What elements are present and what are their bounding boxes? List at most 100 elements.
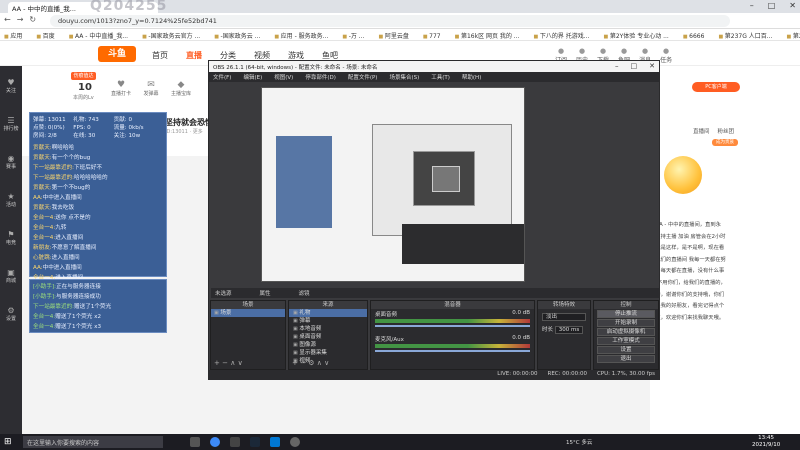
bookmark-item[interactable]: 第237G 人口百... bbox=[718, 33, 772, 40]
windows-start-icon[interactable]: ⊞ bbox=[4, 437, 12, 447]
nav-item[interactable]: 首页 bbox=[152, 51, 168, 60]
bookmark-item[interactable]: 6666 bbox=[683, 33, 705, 40]
nav-item[interactable]: 分类 bbox=[220, 51, 236, 60]
tab-fan-club[interactable]: 粉丝团 bbox=[718, 129, 735, 135]
bookmark-item[interactable]: -国家政务云官方 ... bbox=[142, 33, 200, 40]
douyu-logo[interactable]: 斗鱼 bbox=[98, 46, 136, 62]
sidebar-item[interactable]: ★ 活动 bbox=[1, 192, 21, 208]
obs-app-icon[interactable] bbox=[230, 437, 240, 447]
bookmark-item[interactable]: 应用 bbox=[4, 33, 22, 40]
room-icon-danmu[interactable]: ✉ 发弹幕 bbox=[138, 80, 164, 97]
back-icon[interactable]: ← bbox=[4, 15, 11, 24]
add-icon[interactable]: + bbox=[292, 359, 298, 367]
down-icon[interactable]: ∨ bbox=[238, 359, 243, 367]
settings-button[interactable]: 设置 bbox=[597, 346, 655, 354]
obs-close-icon[interactable]: ✕ bbox=[649, 62, 655, 70]
tab-live-room[interactable]: 直播间 bbox=[693, 129, 710, 135]
up-icon[interactable]: ∧ bbox=[230, 359, 235, 367]
filters-button[interactable]: 滤镜 bbox=[299, 291, 310, 297]
bookmark-item[interactable]: 第2Y体验 专业心动 ... bbox=[603, 33, 668, 40]
obs-window-controls: – □ ✕ bbox=[603, 62, 655, 70]
noble-button[interactable]: 成为贵族 bbox=[712, 139, 738, 146]
address-bar: ← → ↻ douyu.com/1013?zno7_y=0.7124%25fe52b… bbox=[0, 13, 800, 29]
nav-item[interactable]: 鱼吧 bbox=[322, 51, 338, 60]
start-recording-button[interactable]: 开始录制 bbox=[597, 319, 655, 327]
explorer-icon[interactable] bbox=[270, 437, 280, 447]
bookmark-item[interactable]: 第237G 人口行业 ... bbox=[787, 33, 800, 40]
sidebar-item[interactable]: ♥ 关注 bbox=[1, 78, 21, 94]
sidebar-item[interactable]: ⚑ 电竞 bbox=[1, 230, 21, 246]
gear-icon[interactable]: ⚙ bbox=[308, 359, 314, 367]
obs-menu-item[interactable]: 帮助(H) bbox=[462, 75, 481, 81]
forward-icon[interactable]: → bbox=[17, 15, 24, 24]
obs-preview[interactable] bbox=[261, 87, 525, 282]
steam-icon[interactable] bbox=[250, 437, 260, 447]
transition-select[interactable]: 淡出 bbox=[542, 313, 586, 321]
scene-item[interactable]: 场景 bbox=[211, 309, 285, 317]
obs-minimize-icon[interactable]: – bbox=[615, 62, 619, 70]
remove-icon[interactable]: − bbox=[300, 359, 306, 367]
room-icon-treasure[interactable]: ◆ 主播宝库 bbox=[168, 80, 194, 97]
source-item[interactable]: 本地音频 bbox=[289, 325, 367, 333]
level-number: 10 bbox=[78, 82, 92, 93]
bookmark-item[interactable]: AA - 中中直播_我... bbox=[69, 33, 128, 40]
nav-item[interactable]: 游戏 bbox=[288, 51, 304, 60]
source-item[interactable]: 显示器采集 bbox=[289, 349, 367, 357]
obs-menu-item[interactable]: 视图(V) bbox=[274, 75, 293, 81]
url-input[interactable]: douyu.com/1013?zno7_y=0.7124%25fe52bd741 bbox=[50, 15, 730, 27]
reload-icon[interactable]: ↻ bbox=[29, 15, 36, 24]
volume-slider[interactable] bbox=[375, 325, 530, 327]
bookmark-item[interactable]: 下八的界 托游戏... bbox=[534, 33, 590, 40]
sidebar-item[interactable]: ▣ 商城 bbox=[1, 268, 21, 284]
bookmark-item[interactable]: -万 ... bbox=[342, 33, 364, 40]
obs-menu-item[interactable]: 场景集合(S) bbox=[389, 75, 419, 81]
virtual-camera-button[interactable]: 启动虚拟摄像机 bbox=[597, 328, 655, 336]
remove-icon[interactable]: − bbox=[222, 359, 228, 367]
exit-button[interactable]: 退出 bbox=[597, 355, 655, 363]
obs-window: OBS 26.1.1 (64-bit, windows) - 配置文件: 未命名… bbox=[208, 60, 660, 380]
obs-menu-item[interactable]: 编辑(E) bbox=[243, 75, 262, 81]
danmaku-text: 哈哈哈哈哈的 bbox=[74, 175, 108, 181]
bookmark-item[interactable]: 777 bbox=[423, 33, 441, 40]
source-item[interactable]: 礼物 bbox=[289, 309, 367, 317]
maximize-icon[interactable]: □ bbox=[768, 1, 776, 10]
task-view-icon[interactable] bbox=[190, 437, 200, 447]
up-icon[interactable]: ∧ bbox=[317, 359, 322, 367]
room-icon-checkin[interactable]: ♥ 直播打卡 bbox=[108, 80, 134, 97]
sidebar-item[interactable]: ◉ 赛事 bbox=[1, 154, 21, 170]
minimize-icon[interactable]: – bbox=[750, 1, 754, 10]
bookmark-item[interactable]: 第16k区 网页 我的 ... bbox=[455, 33, 520, 40]
nav-item[interactable]: 视频 bbox=[254, 51, 270, 60]
source-item[interactable]: 图像源 bbox=[289, 341, 367, 349]
obs-menu-item[interactable]: 配置文件(P) bbox=[348, 75, 378, 81]
down-icon[interactable]: ∨ bbox=[324, 359, 329, 367]
duration-input[interactable]: 300 ms bbox=[554, 326, 584, 334]
preview-obs-docks bbox=[402, 224, 524, 264]
danmaku-user: 下一站最靠近的: bbox=[33, 304, 75, 310]
bookmark-item[interactable]: 百度 bbox=[36, 33, 54, 40]
close-icon[interactable]: ✕ bbox=[789, 1, 796, 10]
sidebar-item[interactable]: ☰ 排行榜 bbox=[1, 116, 21, 132]
header-icon-item[interactable]: 任务 bbox=[660, 47, 672, 64]
studio-mode-button[interactable]: 工作室模式 bbox=[597, 337, 655, 345]
obs-menu-item[interactable]: 停靠部件(D) bbox=[305, 75, 336, 81]
obs-menu-item[interactable]: 文件(F) bbox=[213, 75, 231, 81]
obs-maximize-icon[interactable]: □ bbox=[631, 62, 638, 70]
source-item[interactable]: 弹幕 bbox=[289, 317, 367, 325]
bookmark-item[interactable]: -国家政务云 ... bbox=[214, 33, 260, 40]
obs-taskbar-icon[interactable] bbox=[290, 437, 300, 447]
properties-button[interactable]: 属性 bbox=[260, 291, 271, 297]
source-item[interactable]: 桌面音频 bbox=[289, 333, 367, 341]
nav-item[interactable]: 直播 bbox=[186, 51, 202, 60]
bookmark-item[interactable]: 应用 - 服务政务... bbox=[274, 33, 328, 40]
volume-slider[interactable] bbox=[375, 350, 530, 352]
bookmark-item[interactable]: 阿里云盘 bbox=[379, 33, 409, 40]
danmaku-user: 贡献天: bbox=[33, 205, 52, 211]
taskbar-search[interactable]: 在这里输入你要搜索的内容 bbox=[23, 436, 163, 448]
stop-streaming-button[interactable]: 停止推流 bbox=[597, 310, 655, 318]
chrome-icon[interactable] bbox=[210, 437, 220, 447]
obs-menu-item[interactable]: 工具(T) bbox=[431, 75, 450, 81]
sidebar-item[interactable]: ⚙ 设置 bbox=[1, 306, 21, 322]
pc-client-button[interactable]: PC客户端 bbox=[692, 82, 740, 92]
add-icon[interactable]: + bbox=[214, 359, 220, 367]
